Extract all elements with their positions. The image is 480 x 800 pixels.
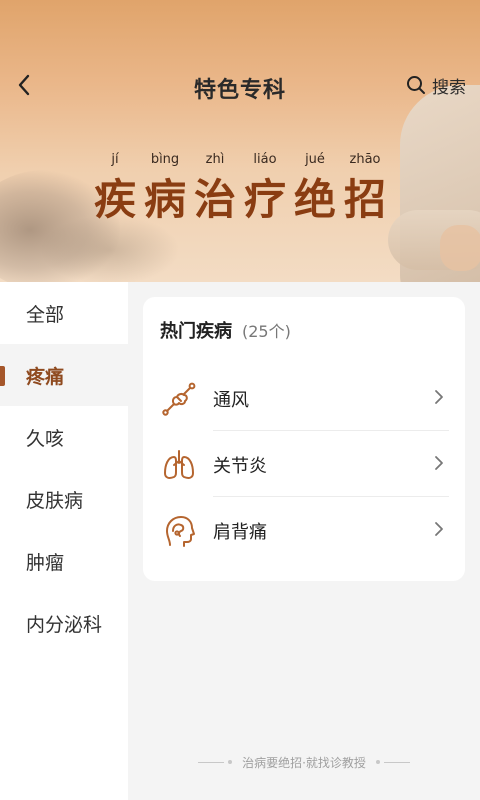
footer-line-right (383, 761, 410, 763)
pinyin-2: bìng (150, 152, 180, 167)
slogan-char-1: 疾 (93, 175, 136, 224)
disease-name: 关节炎 (213, 456, 267, 477)
sidebar-item-pain[interactable]: 疼痛 (0, 344, 128, 406)
footer-dot-right (375, 760, 380, 764)
card-header: 热门疾病 (25个) (160, 317, 291, 343)
slogan-pinyin: jí bìng zhì liáo jué zhāo (90, 152, 390, 167)
slogan-char-3: 治 (193, 175, 236, 224)
hero-banner: 特色专科 搜索 jí bìng zhì liáo jué zhāo 疾 病 治 … (0, 0, 480, 282)
footer-text: 治病要绝招·就找诊教授 (242, 755, 366, 770)
footer-line-left (198, 761, 225, 763)
hero-slogan: 疾 病 治 疗 绝 招 (90, 170, 390, 230)
disease-name: 肩背痛 (213, 522, 267, 543)
head-profile-icon (166, 516, 195, 547)
pinyin-6: zhāo (349, 152, 381, 167)
search-label: 搜索 (432, 77, 466, 98)
chevron-right-icon (435, 522, 443, 536)
sidebar-item-skin-disease[interactable]: 皮肤病 (0, 468, 128, 530)
doctor-hand-image (440, 225, 480, 271)
disease-row-gout[interactable]: 通风 (143, 365, 465, 431)
slogan-char-2: 病 (143, 175, 186, 224)
hot-diseases-card: 热门疾病 (25个) 通风 关节炎 肩背痛 (143, 297, 465, 581)
slogan-char-4: 疗 (243, 175, 286, 224)
footer-dot-left (228, 760, 233, 764)
disease-row-shoulder-back-pain[interactable]: 肩背痛 (143, 497, 465, 563)
pinyin-5: jué (305, 152, 325, 167)
disease-row-arthritis[interactable]: 关节炎 (143, 431, 465, 497)
joint-bone-icon (162, 382, 196, 416)
sidebar-item-tumor[interactable]: 肿瘤 (0, 530, 128, 592)
pinyin-1: jí (111, 152, 119, 167)
footer-slogan: 治病要绝招·就找诊教授 (128, 752, 480, 772)
category-sidebar: 全部 疼痛 久咳 皮肤病 肿瘤 内分泌科 (0, 282, 128, 800)
chevron-right-icon (435, 390, 443, 404)
lungs-icon (164, 450, 194, 479)
nav-bar: 特色专科 搜索 (0, 60, 480, 110)
sidebar-item-chronic-cough[interactable]: 久咳 (0, 406, 128, 468)
search-icon (407, 76, 425, 94)
slogan-char-5: 绝 (293, 175, 336, 224)
sidebar-item-all[interactable]: 全部 (0, 282, 128, 344)
disease-name: 通风 (213, 390, 249, 411)
sidebar-item-endocrinology[interactable]: 内分泌科 (0, 592, 128, 654)
pinyin-4: liáo (253, 152, 277, 167)
chevron-right-icon (435, 456, 443, 470)
section-count: (25个) (242, 322, 291, 341)
slogan-char-6: 招 (343, 175, 386, 224)
section-title: 热门疾病 (160, 321, 232, 342)
pinyin-3: zhì (205, 152, 225, 167)
search-button[interactable]: 搜索 (406, 72, 466, 98)
